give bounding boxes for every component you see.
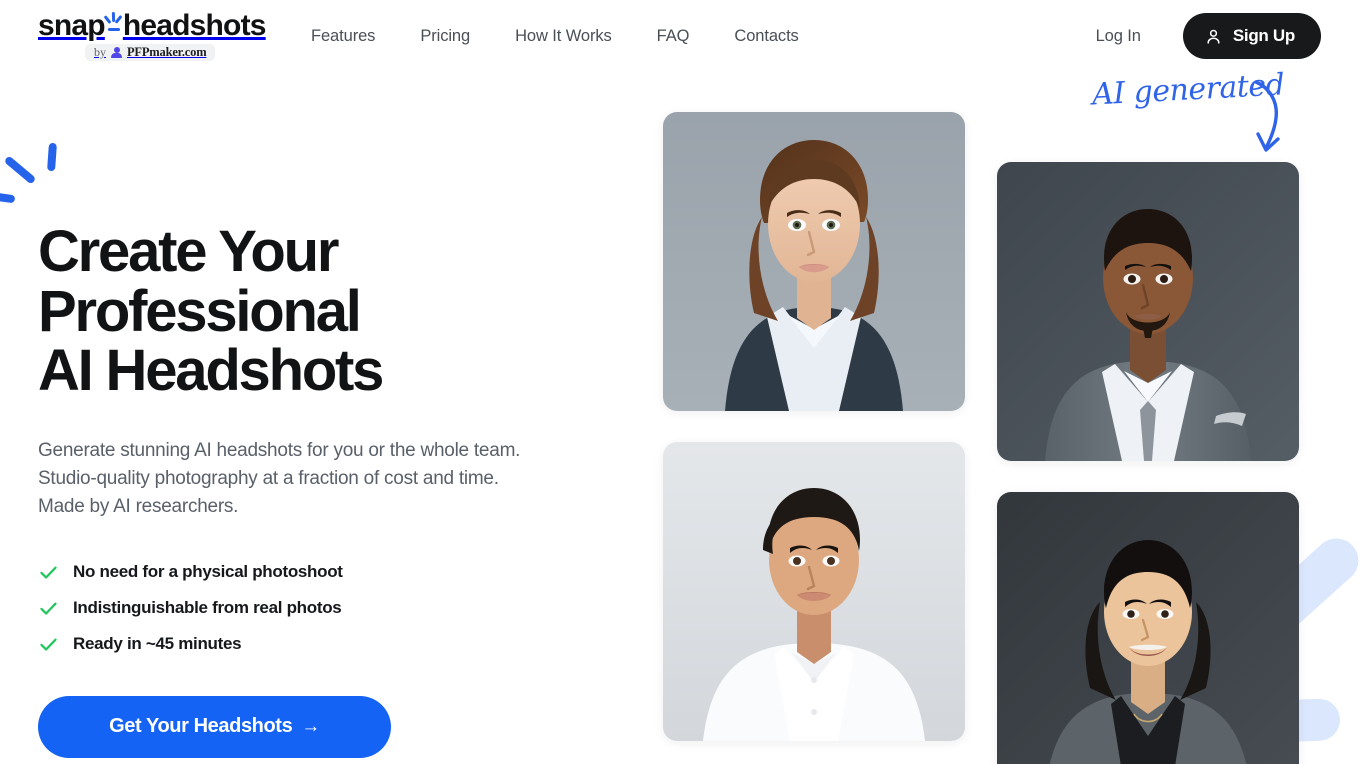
nav-item-faq[interactable]: FAQ bbox=[657, 27, 690, 46]
list-item: Indistinguishable from real photos bbox=[38, 598, 638, 619]
subtitle-line-3: Made by AI researchers. bbox=[38, 496, 239, 518]
headshot-photo-4[interactable] bbox=[997, 492, 1299, 764]
hero-copy: Create Your Professional AI Headshots Ge… bbox=[38, 72, 638, 758]
get-your-headshots-button[interactable]: Get Your Headshots → bbox=[38, 695, 391, 758]
check-icon bbox=[38, 598, 59, 619]
title-line-1: Create Your bbox=[38, 219, 339, 284]
headshot-collage bbox=[663, 0, 1360, 764]
nav-item-pricing[interactable]: Pricing bbox=[420, 27, 470, 46]
headshot-photo-3[interactable] bbox=[663, 442, 965, 741]
cta-label: Get Your Headshots bbox=[109, 715, 293, 738]
nav-item-features[interactable]: Features bbox=[311, 27, 375, 46]
site-header: snap headshots by PFPmaker.com Features … bbox=[0, 0, 1360, 72]
brand-logo[interactable]: snap headshots by PFPmaker.com bbox=[38, 8, 270, 62]
title-line-3: AI Headshots bbox=[38, 338, 384, 404]
log-in-link[interactable]: Log In bbox=[1096, 27, 1141, 46]
sign-up-button[interactable]: Sign Up bbox=[1182, 13, 1321, 59]
sparkle-icon bbox=[103, 11, 124, 39]
arrow-right-icon: → bbox=[301, 715, 320, 737]
headshot-photo-2[interactable] bbox=[997, 162, 1299, 461]
check-icon bbox=[38, 562, 59, 583]
nav-item-how-it-works[interactable]: How It Works bbox=[515, 27, 612, 46]
brand-byline: by PFPmaker.com bbox=[85, 43, 216, 62]
pfpmaker-logo-icon bbox=[111, 46, 122, 58]
brand-name-part2: headshots bbox=[122, 8, 267, 42]
hero-subtitle: Generate stunning AI headshots for you o… bbox=[38, 437, 538, 521]
user-icon bbox=[1205, 28, 1222, 45]
list-item: No need for a physical photoshoot bbox=[38, 562, 638, 583]
byline-name: PFPmaker.com bbox=[127, 44, 207, 59]
page-title: Create Your Professional AI Headshots bbox=[38, 222, 638, 401]
feature-list: No need for a physical photoshoot Indist… bbox=[38, 562, 638, 655]
brand-wordmark: snap headshots bbox=[38, 8, 267, 42]
byline-prefix: by bbox=[94, 45, 106, 59]
feature-label: Indistinguishable from real photos bbox=[73, 598, 342, 618]
feature-label: No need for a physical photoshoot bbox=[73, 562, 343, 582]
list-item: Ready in ~45 minutes bbox=[38, 634, 638, 655]
headshot-photo-1[interactable] bbox=[663, 112, 965, 411]
brand-name-part1: snap bbox=[38, 8, 106, 42]
check-icon bbox=[38, 634, 59, 655]
title-line-2: Professional bbox=[38, 278, 362, 344]
subtitle-line-1: Generate stunning AI headshots for you o… bbox=[38, 440, 521, 462]
subtitle-line-2: Studio-quality photography at a fraction… bbox=[38, 468, 499, 490]
sign-up-label: Sign Up bbox=[1232, 26, 1295, 45]
main-navigation: Features Pricing How It Works FAQ Contac… bbox=[311, 27, 799, 46]
nav-item-contacts[interactable]: Contacts bbox=[734, 27, 798, 46]
feature-label: Ready in ~45 minutes bbox=[73, 634, 242, 654]
header-actions: Log In Sign Up bbox=[1096, 13, 1321, 59]
